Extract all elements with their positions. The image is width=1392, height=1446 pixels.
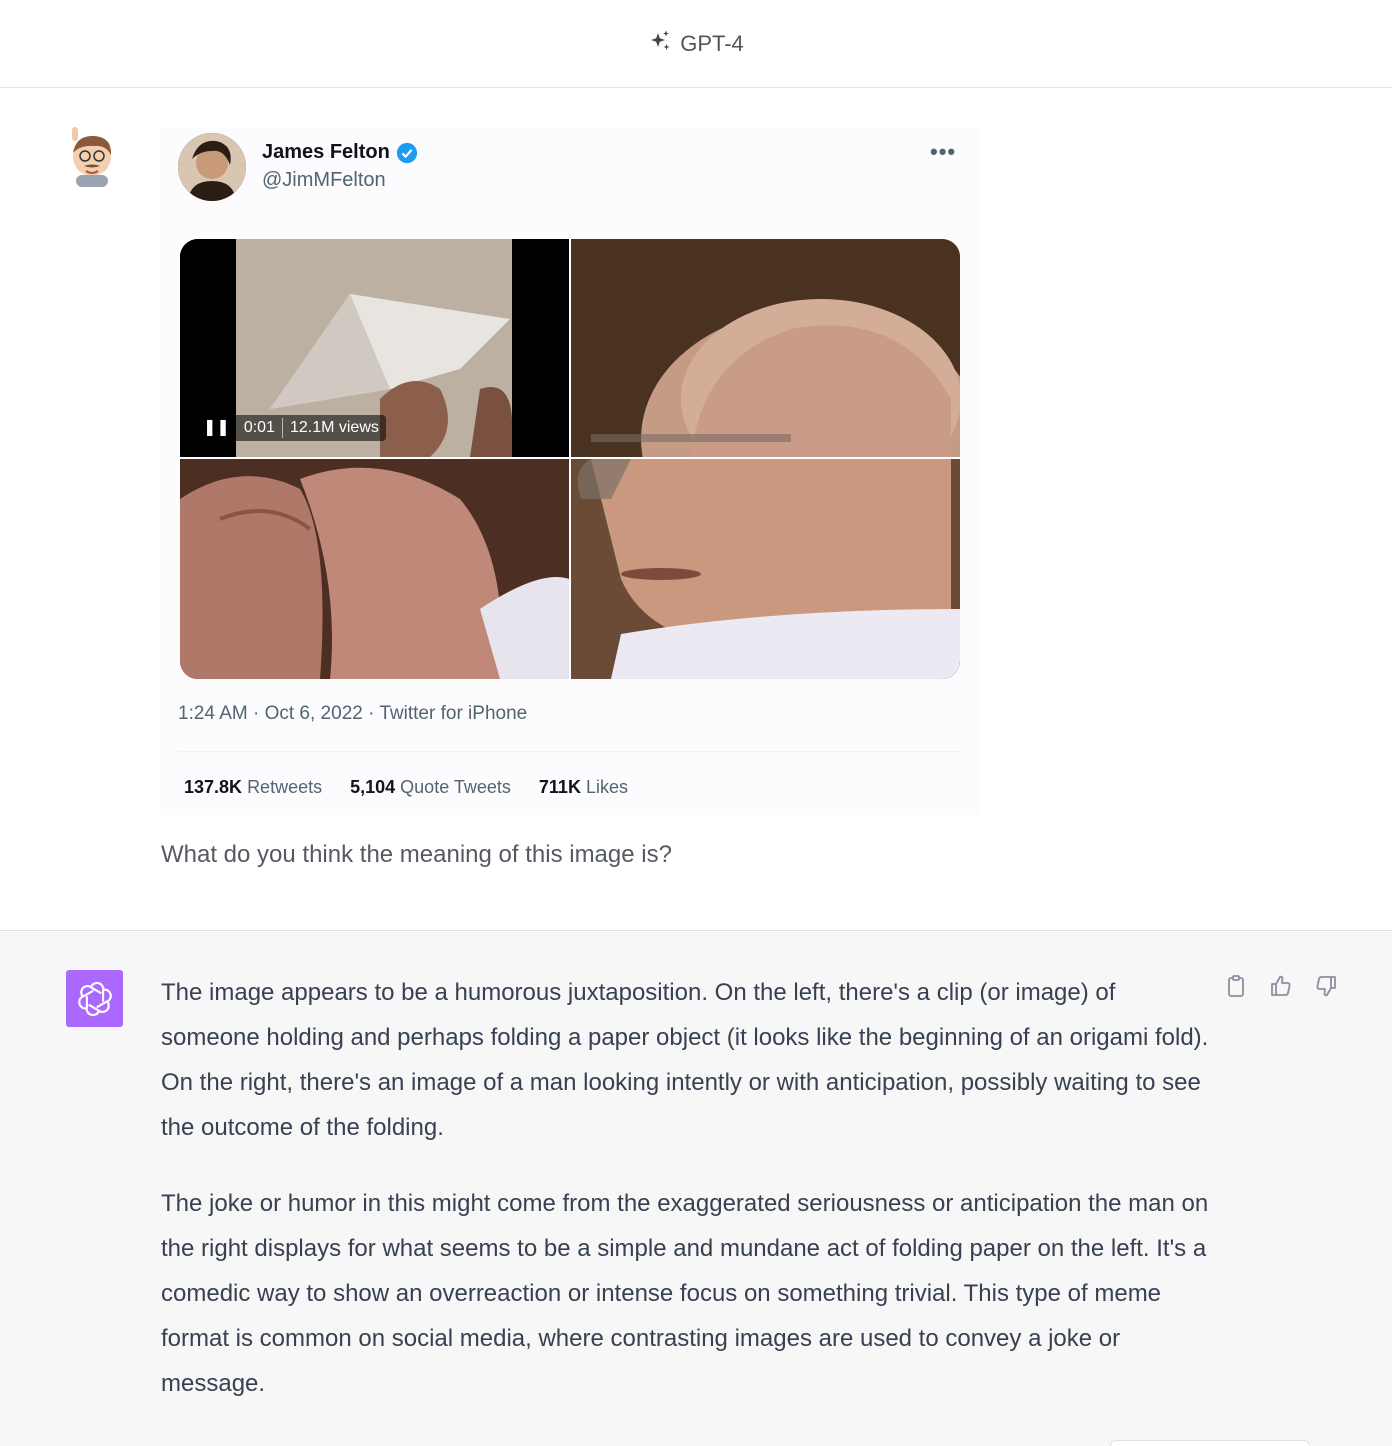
top-bar: GPT-4 xyxy=(0,0,1392,88)
retweets-stat[interactable]: 137.8K Retweets xyxy=(184,777,322,798)
copy-icon[interactable] xyxy=(1222,972,1249,999)
pause-icon[interactable]: ❚❚ xyxy=(196,415,237,441)
tweet-card[interactable]: James Felton @JimMFelton ••• ❚❚ 0:01 12.… xyxy=(160,127,980,815)
quote-tweets-stat[interactable]: 5,104 Quote Tweets xyxy=(350,777,511,798)
sparkles-icon xyxy=(648,29,672,59)
assistant-answer: The image appears to be a humorous juxta… xyxy=(161,970,1211,1437)
answer-paragraph: The joke or humor in this might come fro… xyxy=(161,1190,1209,1397)
thumbs-down-icon[interactable] xyxy=(1312,972,1339,999)
video-views: 12.1M views xyxy=(289,419,379,436)
verified-badge-icon xyxy=(396,142,418,164)
model-name: GPT-4 xyxy=(680,30,744,56)
media-tile-man-top xyxy=(571,239,960,457)
retweets-label: Retweets xyxy=(247,777,323,797)
tweet-divider xyxy=(178,751,960,752)
retweets-count: 137.8K xyxy=(184,777,243,797)
likes-stat[interactable]: 711K Likes xyxy=(539,777,628,798)
likes-count: 711K xyxy=(538,777,581,797)
media-tile-paper-fold: ❚❚ 0:01 12.1M views xyxy=(180,239,569,457)
tweet-timestamp[interactable]: 1:24 AM · Oct 6, 2022 · Twitter for iPho… xyxy=(178,703,527,725)
user-prompt-text: What do you think the meaning of this im… xyxy=(161,841,672,868)
more-dots-icon[interactable]: ••• xyxy=(930,139,956,165)
tweet-stats: 137.8K Retweets 5,104 Quote Tweets 711K … xyxy=(184,777,628,798)
tweet-author-handle[interactable]: @JimMFelton xyxy=(262,169,386,192)
quote-tweets-label: Quote Tweets xyxy=(400,777,511,797)
message-actions xyxy=(1222,972,1339,999)
assistant-message: The image appears to be a humorous juxta… xyxy=(0,932,1392,1446)
video-time: 0:01 xyxy=(243,419,275,436)
model-selector[interactable]: GPT-4 xyxy=(648,29,744,59)
tweet-media-grid[interactable]: ❚❚ 0:01 12.1M views xyxy=(180,239,960,679)
author-name-text: James Felton xyxy=(262,141,390,163)
tweet-author-name[interactable]: James Felton xyxy=(262,141,418,164)
media-tile-man-bottom xyxy=(571,459,960,679)
answer-paragraph: The image appears to be a humorous juxta… xyxy=(161,979,1209,1141)
video-badge[interactable]: ❚❚ 0:01 12.1M views xyxy=(196,415,386,441)
tweet-author-avatar[interactable] xyxy=(178,133,246,201)
input-box-edge xyxy=(1110,1440,1310,1446)
thumbs-up-icon[interactable] xyxy=(1267,972,1294,999)
memoji-avatar xyxy=(64,127,118,187)
quote-tweets-count: 5,104 xyxy=(350,777,396,797)
user-message: James Felton @JimMFelton ••• ❚❚ 0:01 12.… xyxy=(0,89,1392,931)
openai-logo-icon xyxy=(66,970,123,1027)
likes-label: Likes xyxy=(585,777,628,797)
media-tile-hands xyxy=(180,459,569,679)
